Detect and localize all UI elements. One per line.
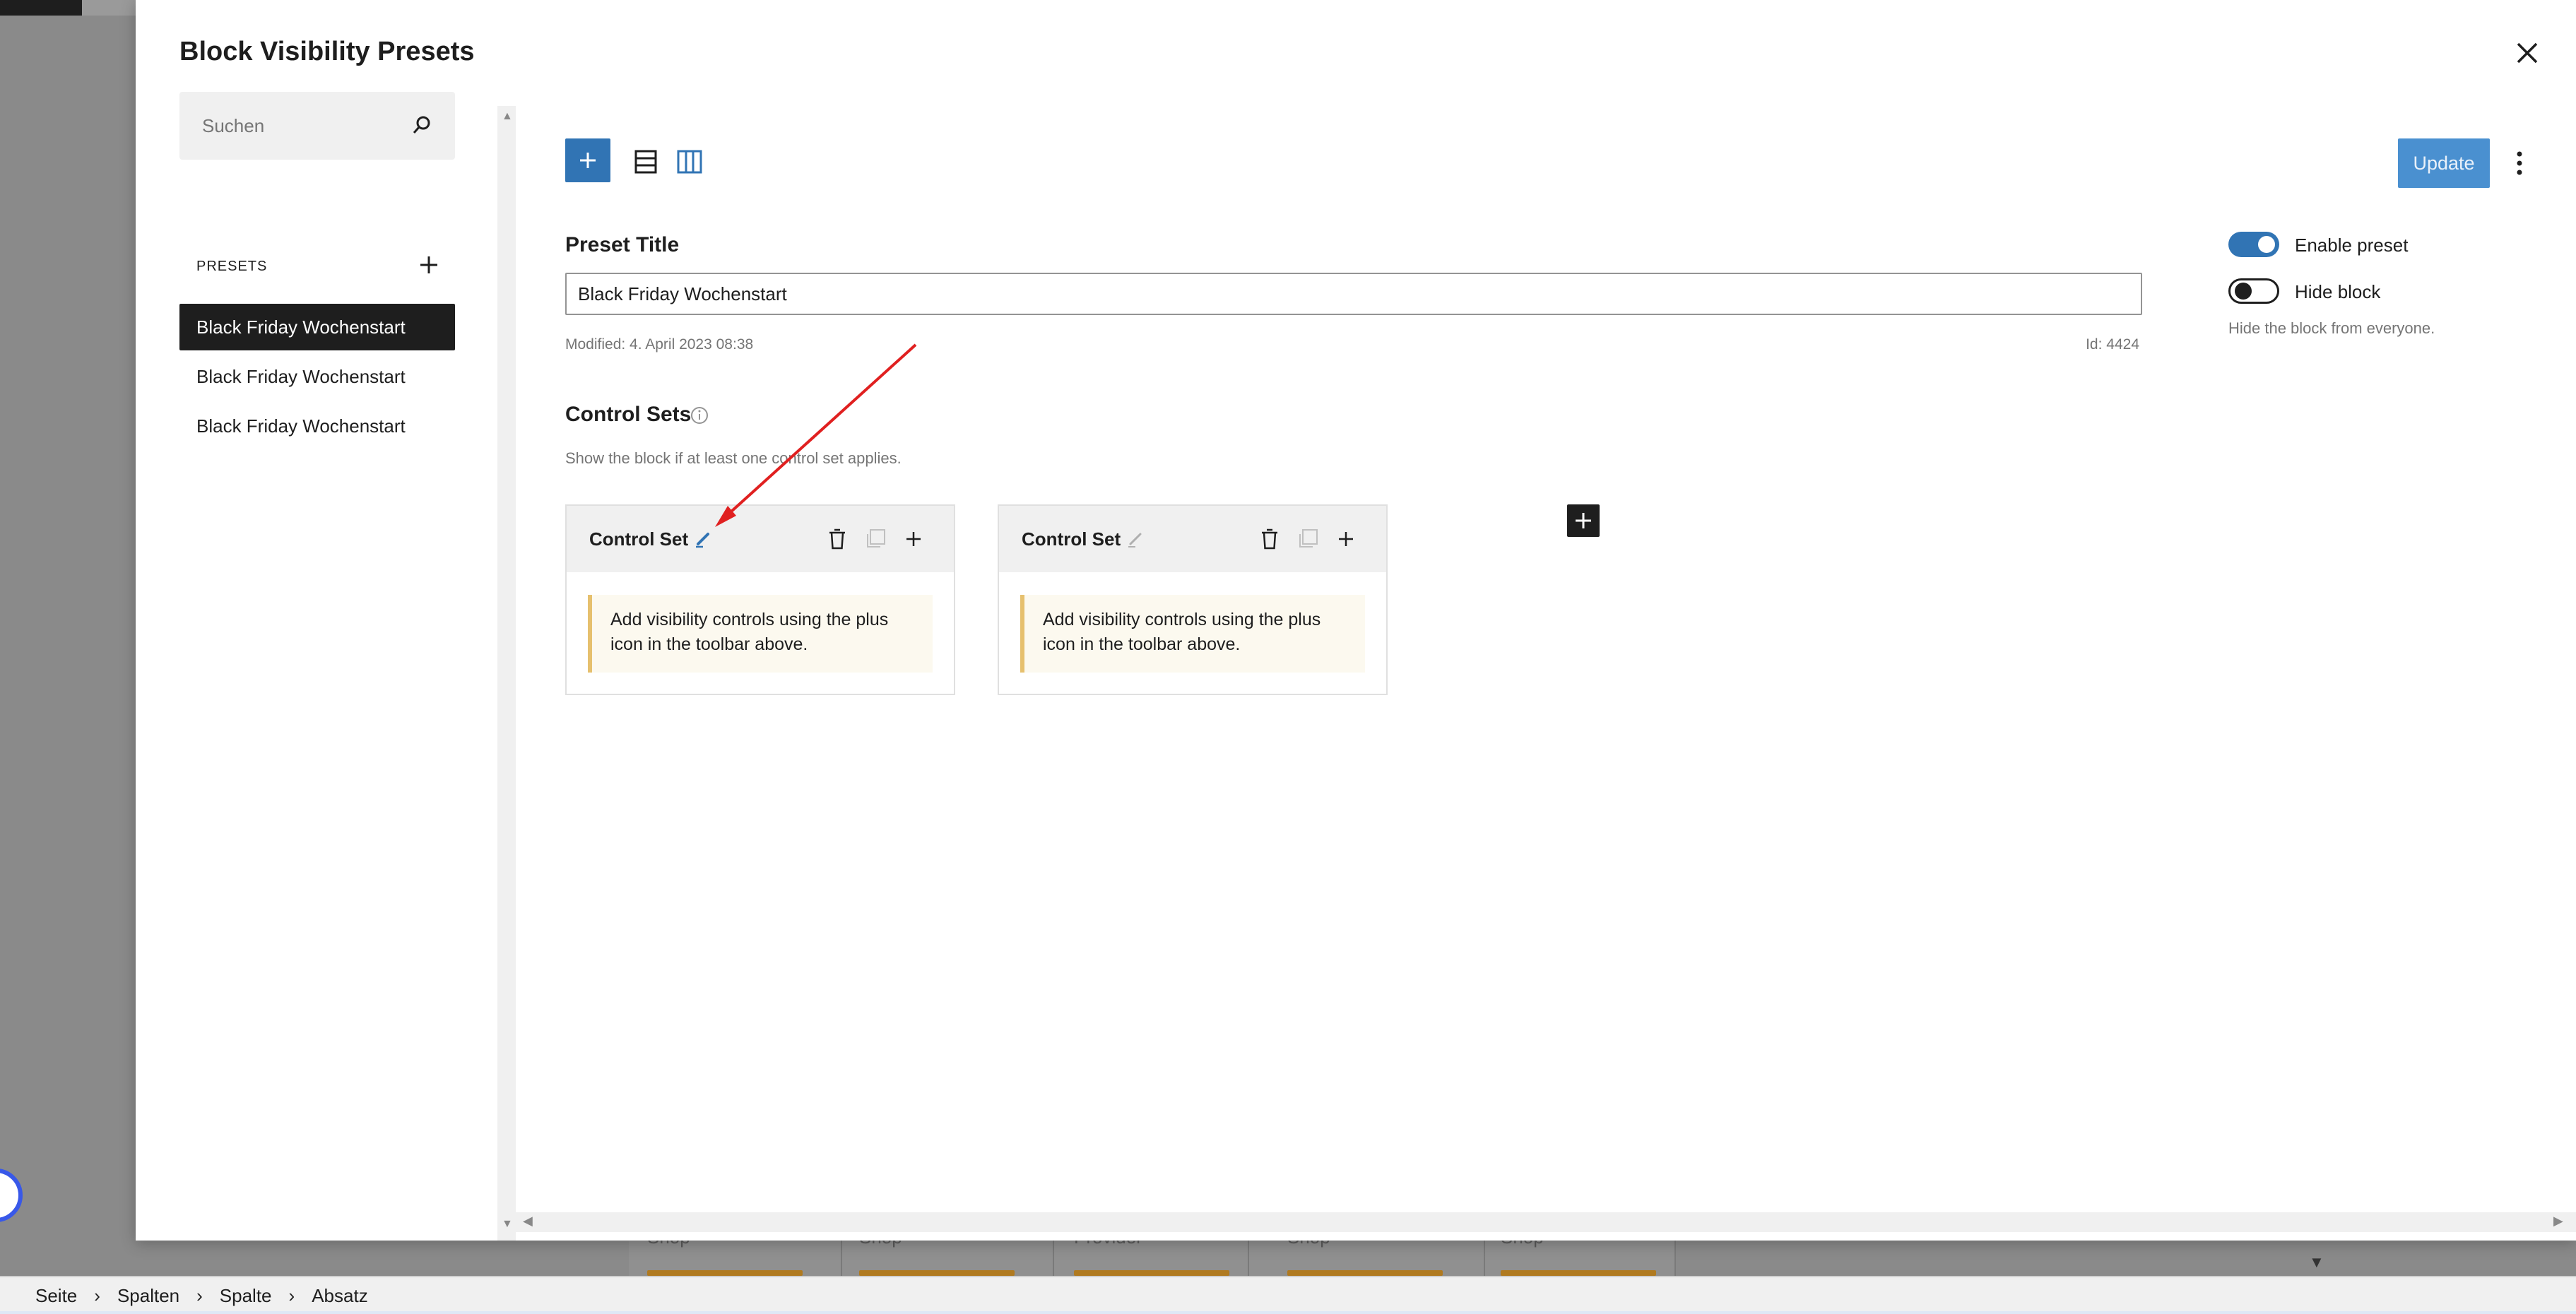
toggle-knob [2258, 236, 2275, 253]
preset-id: Id: 4424 [2086, 336, 2139, 353]
breadcrumb-item[interactable]: Absatz [312, 1285, 368, 1307]
more-options-icon[interactable] [2505, 146, 2534, 181]
info-icon[interactable] [690, 406, 709, 425]
presets-modal: Block Visibility Presets PRESETS Black F… [136, 0, 2576, 1241]
control-set-title: Control Set [1022, 528, 1121, 550]
add-control-icon[interactable] [1334, 527, 1358, 551]
control-sets-description: Show the block if at least one control s… [565, 449, 902, 467]
preset-list-item[interactable]: Black Friday Wochenstart [179, 304, 455, 350]
trash-icon[interactable] [1258, 527, 1282, 551]
scroll-up-icon[interactable]: ▲ [502, 110, 513, 123]
add-control-set-button[interactable] [1567, 504, 1600, 537]
control-set-card: Control Set Add visibility controls usin… [565, 504, 955, 695]
preset-list-item[interactable]: Black Friday Wochenstart [179, 403, 455, 449]
scroll-right-icon[interactable]: ▶ [2553, 1214, 2563, 1229]
chevron-right-icon: › [94, 1284, 100, 1306]
breadcrumb-item[interactable]: Seite [35, 1285, 77, 1307]
preset-title-input[interactable] [565, 273, 2142, 315]
control-sets-title: Control Sets [565, 403, 692, 426]
breadcrumb: Seite › Spalten › Spalte › Absatz [0, 1276, 2576, 1314]
background-button [1287, 1270, 1443, 1276]
search-box [179, 92, 455, 160]
add-control-icon[interactable] [902, 527, 926, 551]
background-top-left-block [0, 0, 82, 16]
add-preset-button[interactable] [413, 249, 445, 281]
control-set-header: Control Set [999, 506, 1386, 572]
trash-icon[interactable] [825, 527, 849, 551]
modal-title: Block Visibility Presets [179, 37, 475, 66]
enable-preset-label: Enable preset [2295, 235, 2409, 256]
horizontal-scrollbar[interactable]: ◀ ▶ [516, 1212, 2576, 1232]
background-button [1074, 1270, 1229, 1276]
enable-preset-toggle[interactable] [2228, 232, 2279, 257]
toggle-knob [2235, 283, 2252, 300]
modified-date: Modified: 4. April 2023 08:38 [565, 336, 754, 353]
breadcrumb-item[interactable]: Spalten [117, 1285, 179, 1307]
scroll-down-icon[interactable]: ▼ [502, 1218, 513, 1231]
hide-block-label: Hide block [2295, 281, 2381, 302]
close-icon[interactable] [2508, 34, 2546, 72]
hide-block-help-text: Hide the block from everyone. [2228, 319, 2435, 337]
list-layout-icon[interactable] [630, 146, 661, 177]
control-set-notice: Add visibility controls using the plus i… [588, 595, 933, 673]
background-button [647, 1270, 803, 1276]
search-input[interactable] [179, 92, 406, 160]
presets-section-label: PRESETS [196, 259, 268, 274]
caret-down-icon[interactable]: ▼ [2309, 1253, 2324, 1272]
control-set-notice: Add visibility controls using the plus i… [1020, 595, 1365, 673]
duplicate-icon[interactable] [1296, 527, 1320, 551]
pencil-icon[interactable] [692, 528, 714, 550]
control-set-header: Control Set [567, 506, 954, 572]
vertical-scrollbar[interactable]: ▲ ▼ [497, 106, 516, 1241]
scroll-left-icon[interactable]: ◀ [523, 1214, 533, 1229]
breadcrumb-item[interactable]: Spalte [220, 1285, 272, 1307]
background-button [1501, 1270, 1656, 1276]
preset-title-label: Preset Title [565, 233, 680, 256]
search-icon[interactable] [407, 112, 435, 140]
preset-list-item[interactable]: Black Friday Wochenstart [179, 353, 455, 400]
columns-layout-icon[interactable] [674, 146, 705, 177]
pencil-icon[interactable] [1125, 528, 1146, 550]
background-button [859, 1270, 1015, 1276]
duplicate-icon[interactable] [863, 527, 887, 551]
chevron-right-icon: › [196, 1284, 203, 1306]
hide-block-toggle[interactable] [2228, 278, 2279, 304]
control-set-title: Control Set [589, 528, 689, 550]
chevron-right-icon: › [288, 1284, 295, 1306]
add-block-button[interactable] [565, 138, 610, 182]
control-set-card: Control Set Add visibility controls usin… [998, 504, 1388, 695]
update-button[interactable]: Update [2398, 138, 2490, 188]
bottom-edge-line [0, 1311, 2576, 1314]
